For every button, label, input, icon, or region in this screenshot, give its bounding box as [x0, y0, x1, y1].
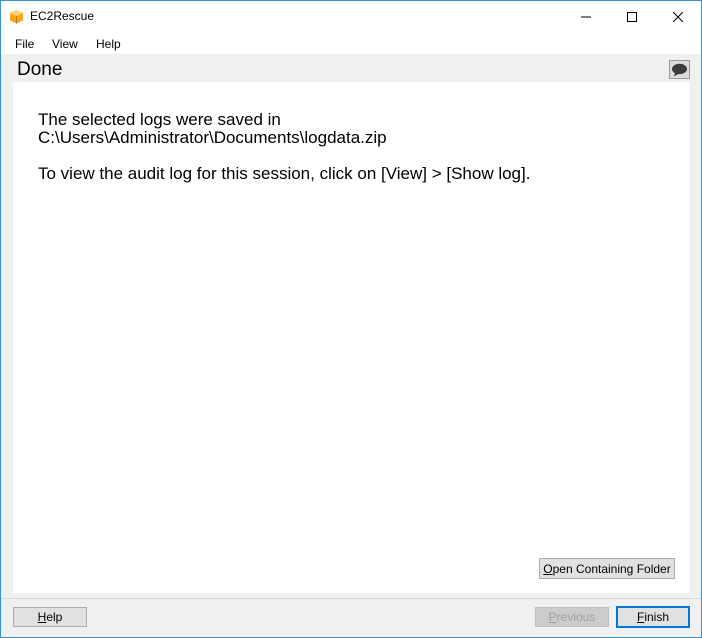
page-header: Done: [1, 54, 701, 82]
menu-help[interactable]: Help: [96, 37, 121, 51]
maximize-icon: [627, 11, 637, 22]
finish-button[interactable]: Finish: [616, 606, 690, 628]
audit-log-hint: To view the audit log for this session, …: [38, 164, 531, 183]
menu-view[interactable]: View: [52, 37, 78, 51]
menu-bar: File View Help: [1, 32, 701, 54]
footer-divider: [1, 598, 701, 599]
menu-file[interactable]: File: [15, 37, 34, 51]
ec2rescue-box-icon: [10, 10, 23, 24]
app-window: EC2Rescue File View Help Done The select…: [0, 0, 702, 638]
content-panel: The selected logs were saved in C:\Users…: [13, 82, 690, 593]
close-button[interactable]: [655, 1, 701, 32]
saved-logs-path: C:\Users\Administrator\Documents\logdata…: [38, 128, 387, 147]
close-icon: [673, 11, 683, 22]
minimize-icon: [581, 16, 591, 17]
saved-logs-message: The selected logs were saved in: [38, 110, 281, 129]
help-button[interactable]: Help: [13, 607, 87, 627]
maximize-button[interactable]: [609, 1, 655, 32]
page-title: Done: [17, 59, 63, 80]
speech-bubble-icon: [672, 63, 687, 76]
minimize-button[interactable]: [563, 1, 609, 32]
window-title: EC2Rescue: [30, 9, 95, 23]
title-bar[interactable]: EC2Rescue: [1, 1, 701, 32]
feedback-button[interactable]: [669, 60, 690, 79]
previous-button[interactable]: Previous: [535, 607, 609, 627]
open-containing-folder-button[interactable]: Open Containing Folder: [539, 558, 675, 579]
